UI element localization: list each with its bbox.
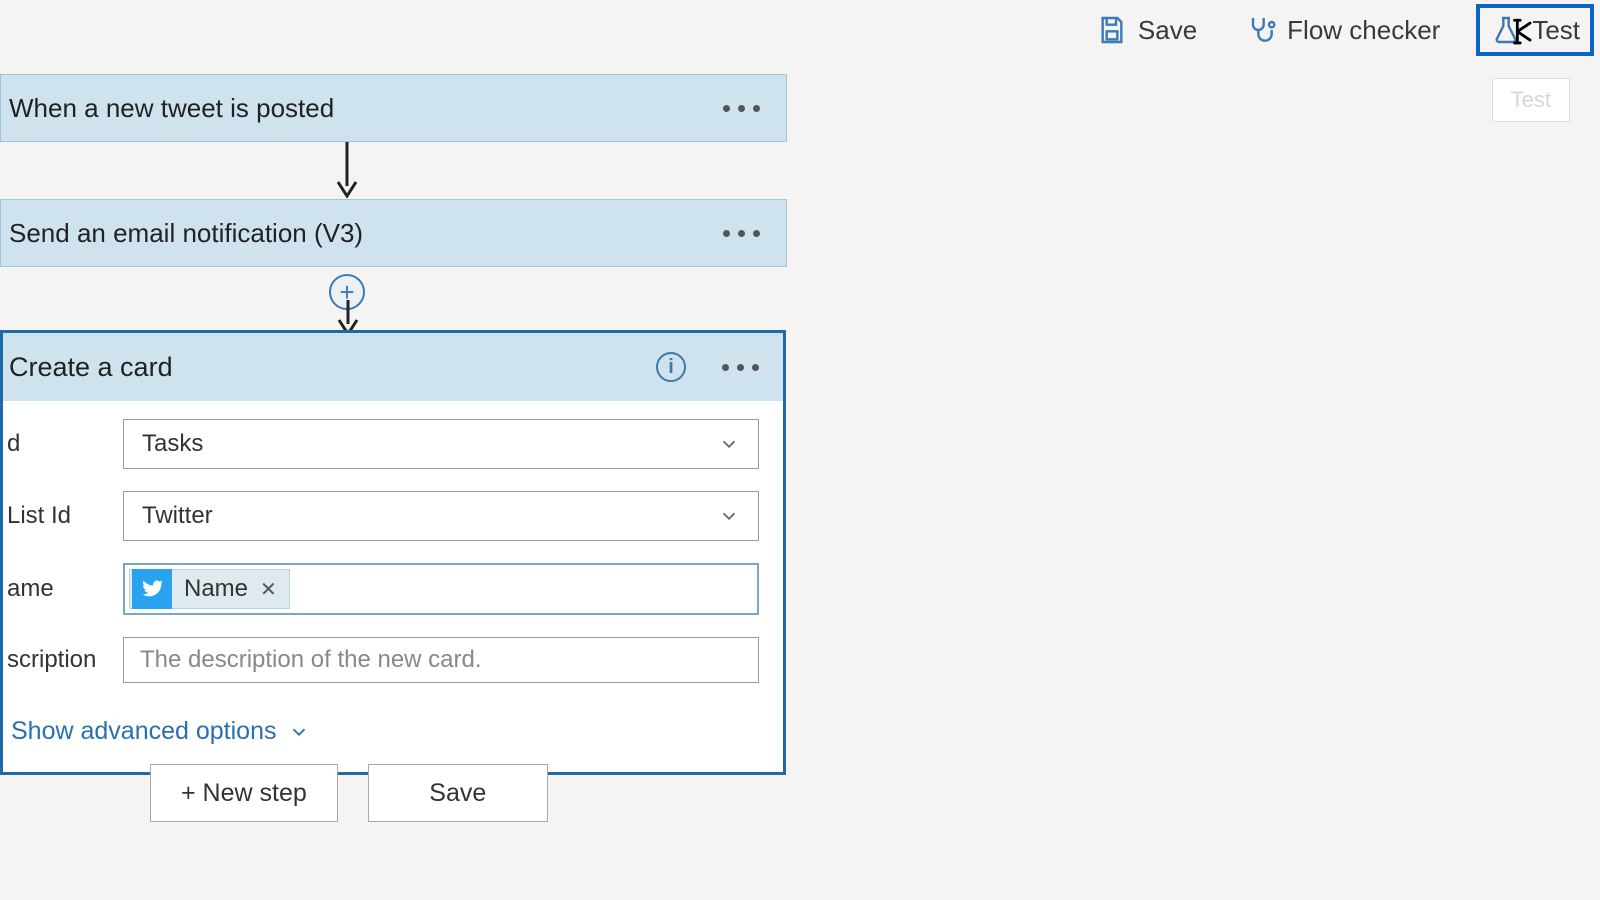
advanced-options-label: Show advanced options xyxy=(11,717,276,746)
list-id-value: Twitter xyxy=(142,502,213,530)
test-button-label: Test xyxy=(1532,15,1580,46)
board-id-label: d xyxy=(7,430,123,458)
dynamic-token[interactable]: Name ✕ xyxy=(129,569,290,609)
create-card-step: Create a card i d Tasks List Id Twitter … xyxy=(0,330,786,775)
flow-action-title: Send an email notification (V3) xyxy=(9,218,363,249)
save-button[interactable]: Save xyxy=(1084,6,1209,54)
chevron-down-icon xyxy=(718,433,740,455)
create-card-title: Create a card xyxy=(9,352,173,383)
list-id-select[interactable]: Twitter xyxy=(123,491,759,541)
flow-trigger-card[interactable]: When a new tweet is posted xyxy=(0,74,787,142)
chevron-down-icon xyxy=(288,721,310,743)
stethoscope-icon xyxy=(1245,14,1277,46)
more-icon[interactable] xyxy=(722,364,759,371)
flow-arrow xyxy=(332,142,362,198)
board-id-value: Tasks xyxy=(142,430,203,458)
flow-checker-label: Flow checker xyxy=(1287,15,1440,46)
footer-actions: + New step Save xyxy=(150,764,548,822)
card-desc-label: scription xyxy=(7,646,123,674)
list-id-label: List Id xyxy=(7,502,123,530)
toolbar: Save Flow checker Test xyxy=(1074,0,1600,60)
flow-action-card[interactable]: Send an email notification (V3) xyxy=(0,199,787,267)
card-desc-input[interactable]: The description of the new card. xyxy=(123,637,759,683)
flask-icon xyxy=(1490,14,1522,46)
token-label: Name xyxy=(184,575,248,603)
flow-trigger-title: When a new tweet is posted xyxy=(9,93,334,124)
card-name-input[interactable]: Name ✕ xyxy=(123,563,759,615)
save-step-button[interactable]: Save xyxy=(368,764,548,822)
test-tooltip: Test xyxy=(1492,78,1570,122)
create-card-header[interactable]: Create a card i xyxy=(3,333,783,401)
token-remove[interactable]: ✕ xyxy=(260,577,277,602)
new-step-button[interactable]: + New step xyxy=(150,764,338,822)
flow-checker-button[interactable]: Flow checker xyxy=(1233,6,1452,54)
info-icon[interactable]: i xyxy=(656,352,686,382)
twitter-icon xyxy=(132,569,172,609)
test-button[interactable]: Test xyxy=(1476,4,1594,56)
save-icon xyxy=(1096,14,1128,46)
more-icon[interactable] xyxy=(723,105,760,112)
more-icon[interactable] xyxy=(723,230,760,237)
chevron-down-icon xyxy=(718,505,740,527)
card-name-label: ame xyxy=(7,575,123,603)
advanced-options-toggle[interactable]: Show advanced options xyxy=(7,705,759,764)
board-id-select[interactable]: Tasks xyxy=(123,419,759,469)
save-button-label: Save xyxy=(1138,15,1197,46)
